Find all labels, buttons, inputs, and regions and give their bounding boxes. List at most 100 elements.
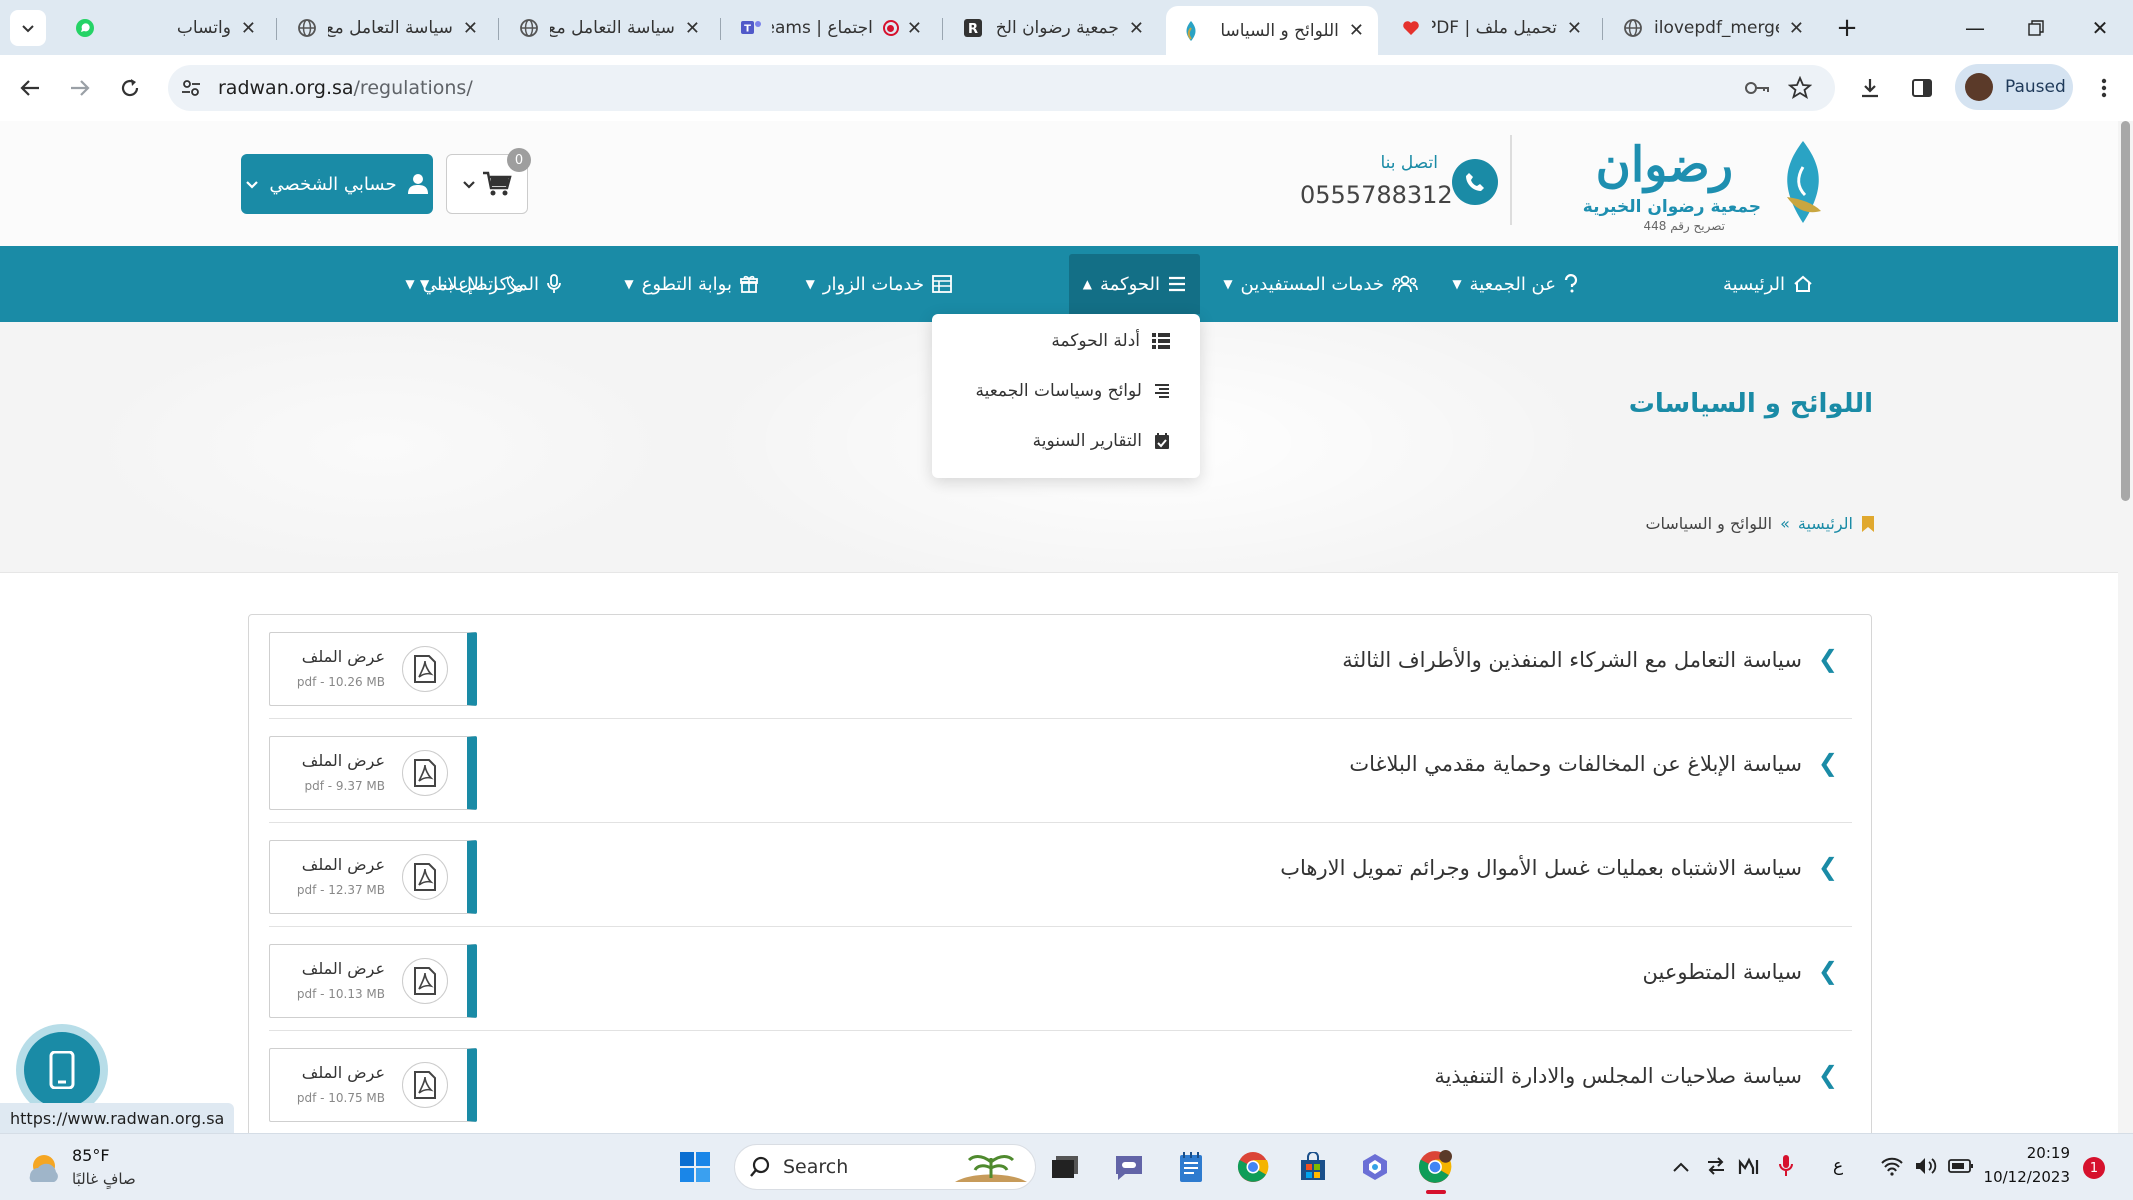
taskbar-app-task-view[interactable] [1046, 1148, 1084, 1186]
site-settings-icon[interactable] [180, 77, 202, 103]
page-title: اللوائح و السياسات [1628, 389, 1873, 419]
restore-button[interactable] [2013, 10, 2059, 46]
dropdown-item-annual-reports[interactable]: التقارير السنوية [1033, 426, 1170, 456]
taskbar-app-copilot[interactable] [1356, 1148, 1394, 1186]
tab-teams[interactable]: T اجتماع | eams ✕ [726, 8, 936, 48]
home-icon [1794, 275, 1812, 292]
chevron-up-icon[interactable] [1672, 1158, 1690, 1177]
page-scrollbar[interactable] [2118, 121, 2133, 1133]
document-title[interactable]: سياسة التعامل مع الشركاء المنفذين والأطر… [1342, 648, 1802, 672]
wifi-icon[interactable] [1880, 1156, 1904, 1180]
browser-menu-button[interactable] [2086, 70, 2122, 106]
nav-item-volunteer[interactable]: بوابة التطوع ▼ [624, 246, 758, 322]
nav-item-beneficiaries[interactable]: خدمات المستفيدين ▼ [1223, 246, 1418, 322]
taskbar-app-notepad[interactable] [1172, 1148, 1210, 1186]
taskbar-app-teams-chat[interactable] [1110, 1148, 1148, 1186]
list-item[interactable]: ❮ سياسة المتطوعين عرض الملف pdf - 10.13 … [269, 927, 1852, 1031]
list-item[interactable]: ❮ سياسة صلاحيات المجلس والادارة التنفيذي… [269, 1031, 1852, 1133]
back-button[interactable] [12, 70, 48, 106]
notification-badge[interactable]: 1 [2083, 1157, 2105, 1179]
side-panel-button[interactable] [1904, 70, 1940, 106]
breadcrumb-home[interactable]: الرئيسية [1798, 514, 1853, 533]
battery-icon[interactable] [1948, 1158, 1974, 1178]
dropdown-item-governance-guides[interactable]: أدلة الحوكمة [1051, 326, 1170, 356]
close-window-button[interactable]: ✕ [2077, 10, 2123, 46]
view-file-button[interactable]: عرض الملف pdf - 10.75 MB [269, 1048, 477, 1122]
dropdown-item-regulations[interactable]: لوائح وسياسات الجمعية [975, 376, 1170, 406]
close-icon[interactable]: ✕ [463, 18, 478, 39]
tab-ilovepdf-upload[interactable]: تحميل ملف | PDF ✕ [1386, 8, 1596, 48]
nav-item-about[interactable]: عن الجمعية ▼ [1452, 246, 1578, 322]
new-tab-button[interactable]: + [1824, 10, 1870, 46]
taskbar-app-chrome-profile[interactable] [1416, 1148, 1454, 1194]
side-panel-icon [1912, 79, 1932, 97]
store-icon [1301, 1152, 1325, 1180]
list-item[interactable]: ❮ سياسة التعامل مع الشركاء المنفذين والأ… [269, 615, 1852, 719]
document-title[interactable]: سياسة صلاحيات المجلس والادارة التنفيذية [1434, 1064, 1802, 1088]
document-title[interactable]: سياسة الاشتباه بعمليات غسل الأموال وجرائ… [1280, 856, 1802, 880]
taskbar-app-store[interactable] [1294, 1148, 1332, 1186]
meter-icon[interactable] [1738, 1156, 1760, 1180]
logo-drop-icon [1787, 141, 1821, 223]
minimize-button[interactable]: — [1952, 10, 1998, 46]
nav-item-visitors[interactable]: خدمات الزوار ▼ [806, 246, 952, 322]
microphone-icon[interactable] [1778, 1154, 1794, 1182]
tab-whatsapp[interactable]: واتساب ✕ [60, 8, 270, 48]
reload-button[interactable] [112, 70, 148, 106]
nav-item-governance[interactable]: الحوكمة ▲ [1068, 254, 1200, 314]
close-icon[interactable]: ✕ [1349, 20, 1364, 41]
volume-icon[interactable] [1914, 1156, 1938, 1180]
logo-license: تصريح رقم 448 [1643, 219, 1725, 233]
document-title[interactable]: سياسة الإبلاغ عن المخالفات وحماية مقدمي … [1349, 752, 1802, 776]
view-file-button[interactable]: عرض الملف pdf - 10.26 MB [269, 632, 477, 706]
chevron-up-icon: ▲ [1082, 277, 1092, 291]
scrollbar-thumb[interactable] [2121, 121, 2130, 501]
weather-description[interactable]: صافٍ غالبًا [72, 1170, 136, 1188]
contact-phone[interactable]: 0555788312 [1300, 181, 1453, 209]
bluetooth-transfer-icon[interactable] [1706, 1156, 1726, 1180]
close-icon[interactable]: ✕ [1129, 18, 1144, 39]
profile-button[interactable]: Paused [1955, 64, 2073, 110]
url-text[interactable]: radwan.org.sa/regulations/ [218, 77, 473, 99]
taskbar-app-chrome[interactable] [1234, 1148, 1272, 1186]
close-icon[interactable]: ✕ [1789, 18, 1804, 39]
clock-time[interactable]: 20:19 [2014, 1144, 2070, 1162]
address-bar[interactable]: radwan.org.sa/regulations/ [168, 65, 1835, 111]
list-item[interactable]: ❮ سياسة الاشتباه بعمليات غسل الأموال وجر… [269, 823, 1852, 927]
tab-policy-1[interactable]: سياسة التعامل مع ✕ [282, 8, 492, 48]
chevron-down-icon: ▼ [1223, 277, 1233, 291]
downloads-button[interactable] [1852, 70, 1888, 106]
contact-label[interactable]: اتصل بنا [1320, 153, 1438, 173]
document-title[interactable]: سياسة المتطوعين [1643, 960, 1803, 984]
view-file-button[interactable]: عرض الملف pdf - 12.37 MB [269, 840, 477, 914]
tab-title: تحميل ملف | PDF [1432, 18, 1557, 38]
close-icon[interactable]: ✕ [241, 18, 256, 39]
close-icon[interactable]: ✕ [907, 18, 922, 39]
list-item[interactable]: ❮ سياسة الإبلاغ عن المخالفات وحماية مقدم… [269, 719, 1852, 823]
taskbar-search[interactable]: Search [734, 1144, 1036, 1190]
forward-button[interactable] [62, 70, 98, 106]
globe-icon [296, 17, 318, 39]
start-button[interactable] [676, 1148, 714, 1186]
tab-policy-2[interactable]: سياسة التعامل مع ✕ [504, 8, 714, 48]
tab-regulations-active[interactable]: اللوائح و السياسا ✕ [1166, 6, 1378, 55]
nav-item-contact[interactable]: اتصل بنا ▼ [420, 246, 527, 322]
site-logo[interactable]: رضوان جمعية رضوان الخيرية تصريح رقم 448 [1573, 133, 1833, 233]
phone-icon[interactable] [1452, 159, 1498, 205]
weather-sun-icon[interactable] [24, 1148, 62, 1190]
tab-title: ilovepdf_merged [1654, 18, 1779, 38]
password-key-icon[interactable] [1744, 77, 1770, 103]
bookmark-star-icon[interactable] [1787, 75, 1813, 104]
tab-radwan-home[interactable]: R جمعية رضوان الخ ✕ [948, 8, 1158, 48]
tab-ilovepdf-merged[interactable]: ilovepdf_merged ✕ [1608, 8, 1818, 48]
close-icon[interactable]: ✕ [1567, 18, 1582, 39]
clock-date[interactable]: 10/12/2023 [1980, 1168, 2070, 1186]
view-file-button[interactable]: عرض الملف pdf - 10.13 MB [269, 944, 477, 1018]
tab-search-button[interactable] [10, 10, 46, 46]
input-language[interactable]: ع [1833, 1156, 1843, 1176]
weather-temperature[interactable]: 85°F [72, 1146, 110, 1165]
account-button[interactable]: حسابي الشخصي [241, 154, 433, 214]
close-icon[interactable]: ✕ [685, 18, 700, 39]
view-file-button[interactable]: عرض الملف pdf - 9.37 MB [269, 736, 477, 810]
nav-item-home[interactable]: الرئيسية [1723, 246, 1813, 322]
